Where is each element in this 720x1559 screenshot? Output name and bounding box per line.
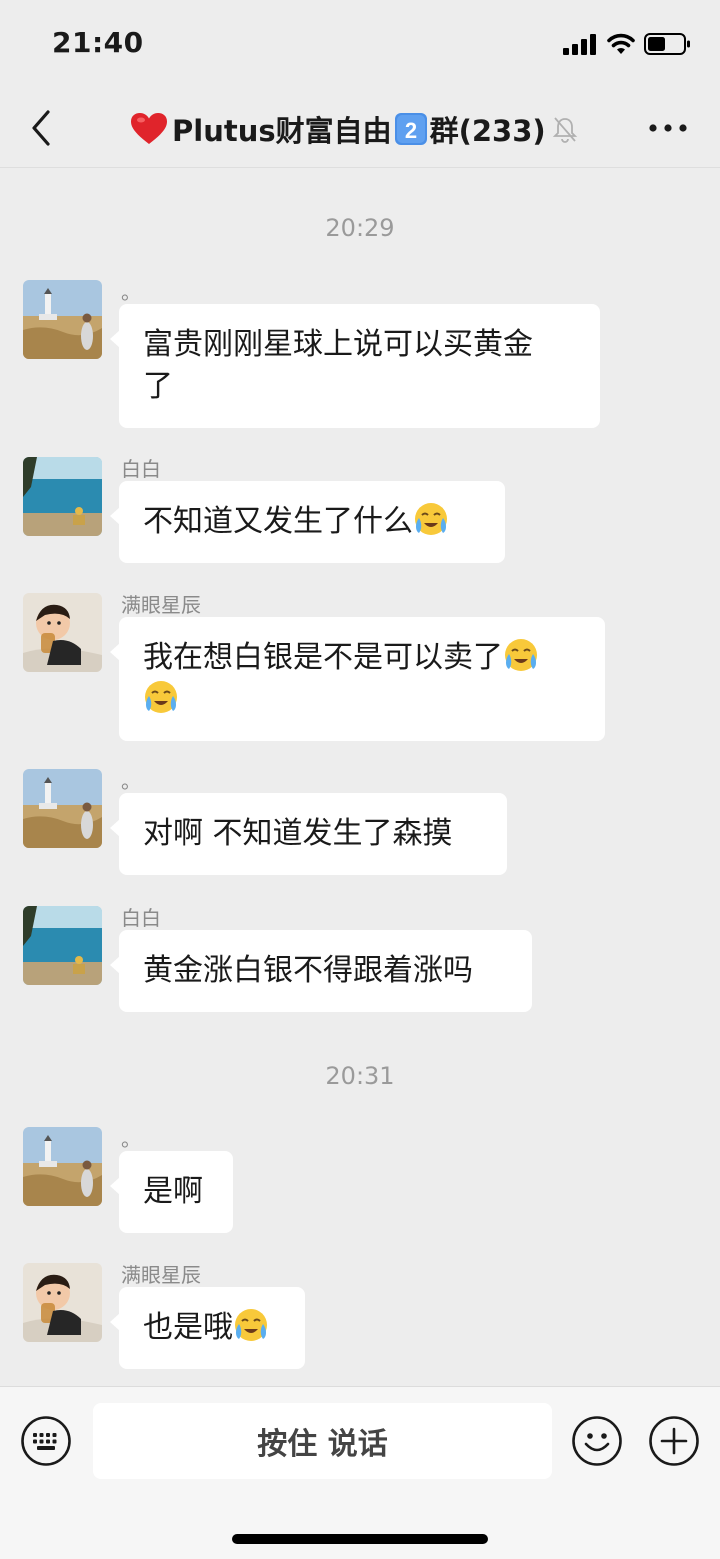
message-bubble[interactable]: 我在想白银是不是可以卖了 [110, 617, 605, 741]
back-chevron-icon[interactable] [24, 106, 60, 150]
lake-avatar[interactable] [23, 906, 102, 985]
message-text: 我在想白银是不是可以卖了 [143, 640, 503, 675]
sender-name: 满眼星辰 [121, 1263, 201, 1287]
wifi-icon [607, 33, 635, 54]
chat-title-prefix: Plutus财富自由 [172, 114, 392, 148]
sender-name: 。 [121, 280, 141, 304]
message-bubble[interactable]: 富贵刚刚星球上说可以买黄金 了 [110, 304, 600, 428]
time-separator: 20:29 [325, 214, 395, 242]
lake-avatar[interactable] [23, 457, 102, 536]
message-text: 不知道又发生了什么 [143, 504, 413, 539]
mute-bell-icon [552, 117, 577, 143]
baby-avatar[interactable] [23, 593, 102, 672]
message-text-line: 富贵刚刚星球上说可以买黄金 [143, 327, 533, 362]
nav-bar: Plutus财富自由 2 群(233) [0, 88, 720, 168]
battery-icon [644, 33, 690, 55]
message-bubble[interactable]: 是啊 [110, 1151, 233, 1233]
lighthouse-field-avatar[interactable] [23, 1127, 102, 1206]
sender-name: 。 [121, 1127, 141, 1151]
crying-face-icon [145, 681, 177, 713]
message-text: 黄金涨白银不得跟着涨吗 [143, 953, 473, 988]
heart-icon [131, 113, 167, 144]
more-icon[interactable] [646, 110, 690, 146]
crying-face-icon [415, 503, 447, 535]
sender-name: 满眼星辰 [121, 593, 201, 617]
chat-title-suffix: 群(233) [429, 114, 546, 148]
keycap-number: 2 [405, 118, 417, 143]
chat-title: Plutus财富自由 2 群(233) [130, 107, 578, 151]
keyboard-icon[interactable] [20, 1415, 72, 1467]
time-separator: 20:31 [325, 1062, 395, 1090]
message-bubble[interactable]: 黄金涨白银不得跟着涨吗 [110, 930, 532, 1012]
message-bubble[interactable]: 也是哦 [110, 1287, 305, 1369]
chat-area[interactable]: 20:29 。 富贵刚刚星球上说可以买黄金 了 白白 不知道又发生了什么 满眼星… [0, 169, 720, 1385]
status-time: 21:40 [52, 26, 144, 59]
message-bubble[interactable]: 对啊 不知道发生了森摸 [110, 793, 507, 875]
message-text-line: 了 [143, 369, 173, 404]
signal-icon [563, 34, 596, 55]
message-text: 对啊 不知道发生了森摸 [143, 816, 453, 851]
message-bubble[interactable]: 不知道又发生了什么 [110, 481, 505, 563]
message-text: 也是哦 [143, 1310, 233, 1345]
status-bar: 21:40 [0, 0, 720, 88]
home-indicator[interactable] [232, 1534, 488, 1544]
input-bar: 按住 说话 [0, 1386, 720, 1559]
sender-name: 。 [121, 769, 141, 793]
sender-name: 白白 [121, 906, 161, 930]
hold-to-talk-button[interactable]: 按住 说话 [93, 1403, 552, 1479]
crying-face-icon [235, 1309, 267, 1341]
keycap-2-icon: 2 [394, 112, 428, 146]
sender-name: 白白 [121, 457, 161, 481]
emoji-face-icon[interactable] [571, 1415, 623, 1467]
crying-face-icon [505, 639, 537, 671]
lighthouse-field-avatar[interactable] [23, 769, 102, 848]
message-text: 是啊 [143, 1174, 203, 1209]
lighthouse-field-avatar[interactable] [23, 280, 102, 359]
baby-avatar[interactable] [23, 1263, 102, 1342]
plus-icon[interactable] [648, 1415, 700, 1467]
